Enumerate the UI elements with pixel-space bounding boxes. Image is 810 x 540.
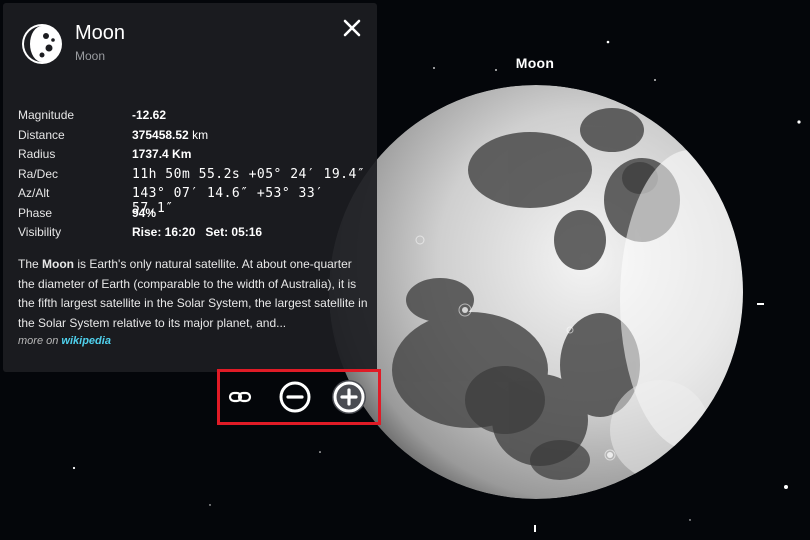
info-row-azalt: Az/Alt 143° 07′ 14.6″ +53° 33′ 57.1″ — [18, 184, 368, 216]
distance-label: Distance — [18, 127, 65, 142]
star — [757, 303, 764, 305]
object-info-panel: Moon Moon Magnitude -12.62 Distance 3754… — [3, 3, 377, 372]
zoom-in-icon[interactable] — [332, 380, 366, 414]
visibility-label: Visibility — [18, 225, 62, 239]
star — [689, 519, 691, 521]
star — [433, 67, 435, 69]
star — [209, 504, 211, 506]
more-on-line: more on wikipedia — [18, 335, 111, 347]
set-time: Set: 05:16 — [205, 225, 263, 239]
zoom-out-icon[interactable] — [278, 380, 312, 414]
info-row-radius: Radius 1737.4 Km — [18, 145, 368, 165]
phase-value: 94% — [132, 205, 157, 220]
radius-value: 1737.4 Km — [132, 147, 192, 161]
wikipedia-link[interactable]: wikipedia — [61, 335, 111, 347]
star — [606, 40, 610, 44]
moon-phase-icon — [22, 24, 62, 64]
star — [495, 69, 497, 71]
star — [784, 485, 788, 489]
object-description: The Moon is Earth's only natural satelli… — [18, 255, 368, 333]
star — [654, 79, 656, 81]
object-title: Moon — [75, 22, 126, 44]
object-toolbar — [217, 369, 381, 425]
magnitude-label: Magnitude — [18, 108, 75, 122]
object-info-table: Magnitude -12.62 Distance 375458.52 km R… — [18, 106, 368, 243]
description-bold: Moon — [42, 257, 75, 271]
link-icon[interactable] — [223, 380, 257, 414]
description-pre: The — [18, 257, 43, 271]
magnitude-value: -12.62 — [132, 108, 167, 122]
rise-time: Rise: 16:20 — [132, 225, 196, 239]
distance-value-group: 375458.52 km — [132, 128, 208, 142]
visibility-value: Rise: 16:20 Set: 05:16 — [132, 225, 262, 239]
radius-label: Radius — [18, 147, 56, 161]
info-row-visibility: Visibility Rise: 16:20 Set: 05:16 — [18, 223, 368, 243]
info-row-radec: Ra/Dec 11h 50m 55.2s +05° 24′ 19.4″ — [18, 165, 368, 185]
star — [797, 120, 801, 124]
object-subtitle: Moon — [75, 49, 106, 63]
radec-value: 11h 50m 55.2s +05° 24′ 19.4″ — [132, 166, 366, 182]
close-icon[interactable] — [341, 17, 363, 39]
radec-label: Ra/Dec — [18, 166, 59, 181]
more-on-label: more on — [18, 335, 59, 347]
moon-image — [329, 85, 743, 499]
star — [72, 466, 76, 470]
azalt-label: Az/Alt — [18, 186, 50, 200]
distance-unit: km — [192, 127, 209, 142]
info-row-distance: Distance 375458.52 km — [18, 126, 368, 146]
phase-label: Phase — [18, 205, 53, 220]
sky-object-label[interactable]: Moon — [500, 55, 570, 71]
star — [534, 525, 536, 532]
info-row-magnitude: Magnitude -12.62 — [18, 106, 368, 126]
distance-value: 375458.52 — [132, 127, 189, 142]
star — [319, 451, 321, 453]
info-row-phase: Phase 94% — [18, 204, 368, 224]
